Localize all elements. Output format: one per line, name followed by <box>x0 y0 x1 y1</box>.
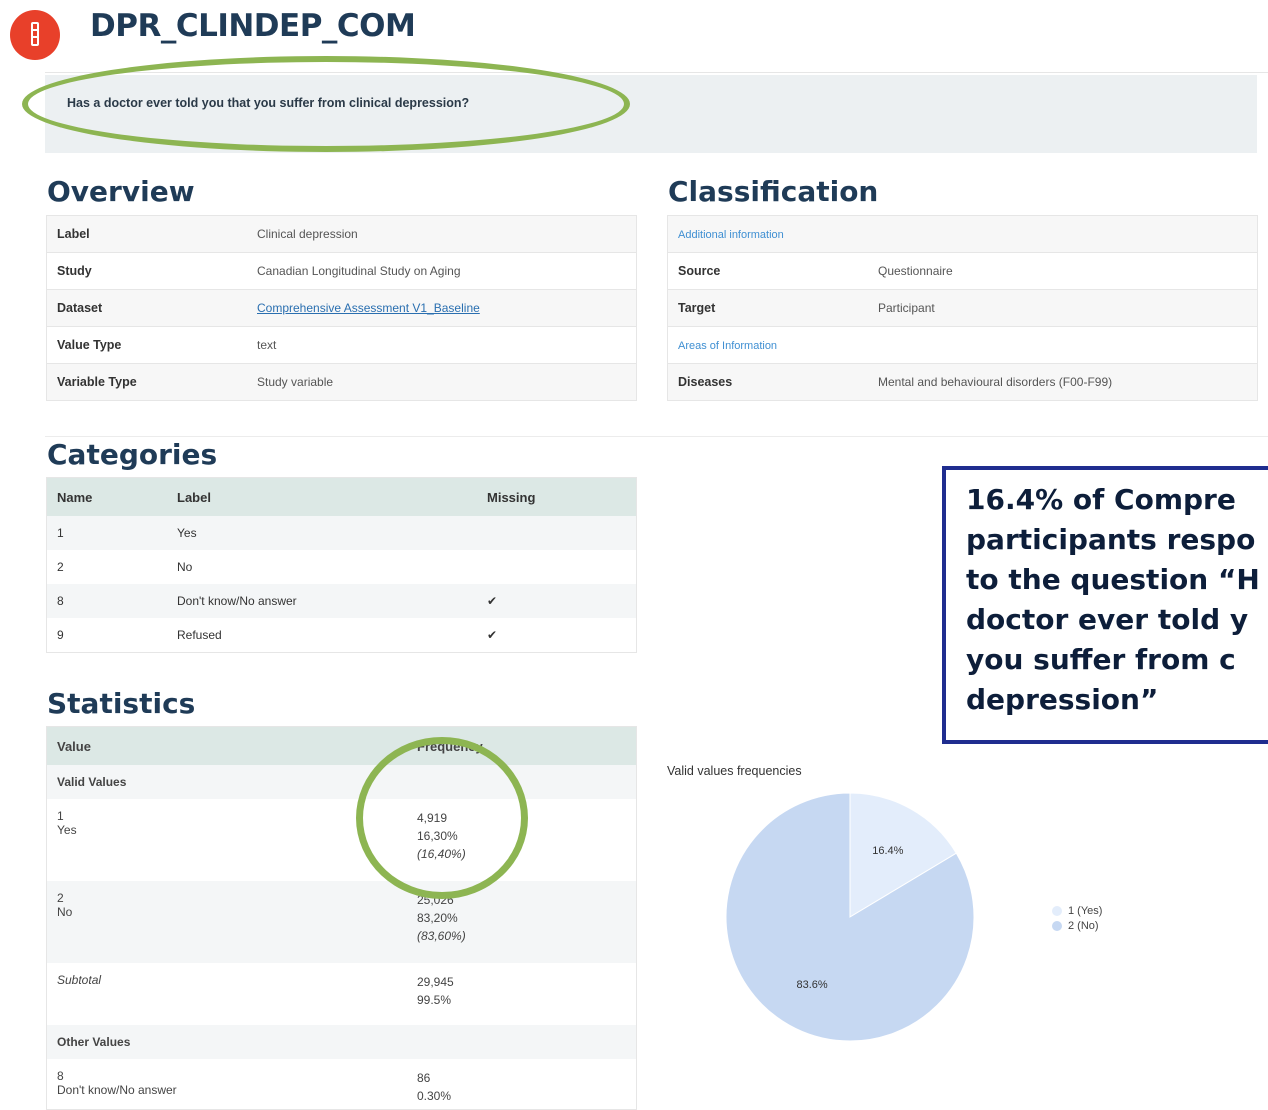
stat-label: Don't know/No answer <box>57 1083 177 1097</box>
stat-label: No <box>57 905 73 919</box>
table-row: Subtotal 29,945 99.5% <box>47 963 637 1025</box>
overview-row: Study Canadian Longitudinal Study on Agi… <box>46 252 637 290</box>
category-label: No <box>177 560 193 574</box>
legend-label: 1 (Yes) <box>1068 905 1103 917</box>
overview-row: Variable Type Study variable <box>46 363 637 401</box>
statistics-table: Value Frequency Valid Values 1 Yes 4,919… <box>46 726 637 1110</box>
stat-valid-percent: (83,60%) <box>417 929 466 943</box>
highlight-circle <box>356 737 528 899</box>
diseases-value: Mental and behavioural disorders (F00-F9… <box>868 363 1258 401</box>
table-row: 1 Yes 4,919 16,30% (16,40%) <box>47 799 637 881</box>
category-missing <box>477 516 637 550</box>
section-divider <box>45 436 1268 437</box>
stat-percent: 0.30% <box>417 1089 452 1103</box>
classification-heading: Classification <box>668 175 879 208</box>
column-header-missing: Missing <box>477 477 637 516</box>
legend-swatch <box>1052 921 1062 932</box>
overview-table: Label Clinical depression Study Canadian… <box>46 215 637 401</box>
overview-value: text <box>247 326 637 364</box>
statistics-heading: Statistics <box>47 687 196 720</box>
overview-row: Value Type text <box>46 326 637 364</box>
legend-swatch <box>1052 906 1062 917</box>
classification-table: Additional information Source Questionna… <box>667 215 1258 401</box>
dataset-link[interactable]: Comprehensive Assessment V1_Baseline <box>257 301 480 315</box>
category-name: 9 <box>57 628 64 642</box>
stat-count: 86 <box>417 1071 431 1085</box>
overview-key: Dataset <box>46 289 247 327</box>
other-values-label: Other Values <box>46 1025 637 1059</box>
table-row: 1 Yes <box>46 516 637 550</box>
categories-heading: Categories <box>47 438 218 471</box>
categories-table: Name Label Missing 1 Yes 2 No 8 Don't kn… <box>46 477 637 653</box>
subtotal-percent: 99.5% <box>417 993 452 1007</box>
table-row: 8 Don't know/No answer 86 0.30% <box>47 1059 637 1110</box>
category-name: 8 <box>46 584 167 618</box>
legend-item[interactable]: 1 (Yes) <box>1052 905 1102 917</box>
overview-heading: Overview <box>47 175 195 208</box>
target-value: Participant <box>868 289 1258 327</box>
column-header-value: Value <box>46 726 407 765</box>
overview-key: Value Type <box>46 326 247 364</box>
variable-title: DPR_CLINDEP_COM <box>90 8 416 44</box>
legend-item[interactable]: 2 (No) <box>1052 920 1102 932</box>
overview-row: Label Clinical depression <box>46 215 637 253</box>
category-name: 2 <box>57 560 64 574</box>
source-key: Source <box>667 252 868 290</box>
highlight-ellipse <box>22 56 630 152</box>
category-label: Refused <box>177 628 222 642</box>
overview-row: Dataset Comprehensive Assessment V1_Base… <box>46 289 637 327</box>
table-row: 2 No <box>47 550 637 584</box>
stat-code: 8 <box>57 1069 64 1083</box>
checkmark-icon: ✔ <box>487 628 498 642</box>
valid-values-label: Valid Values <box>46 765 637 799</box>
source-value: Questionnaire <box>868 252 1258 290</box>
table-row: 9 Refused ✔ <box>47 618 637 653</box>
overview-key: Variable Type <box>46 363 247 401</box>
overview-value: Clinical depression <box>247 215 637 253</box>
pie-chart: 16.4% 83.6% <box>725 792 975 1042</box>
category-label: Yes <box>167 516 477 550</box>
overview-key: Study <box>46 252 247 290</box>
column-header-label: Label <box>167 477 477 516</box>
overview-value: Canadian Longitudinal Study on Aging <box>247 252 637 290</box>
target-key: Target <box>667 289 868 327</box>
areas-of-information-link[interactable]: Areas of Information <box>678 340 777 352</box>
subtotal-label: Subtotal <box>57 973 102 987</box>
overview-key: Label <box>46 215 247 253</box>
app-logo-icon <box>10 10 60 60</box>
chart-title: Valid values frequencies <box>667 764 802 778</box>
category-name: 1 <box>46 516 167 550</box>
stat-label: Yes <box>57 823 77 837</box>
category-missing <box>477 550 637 584</box>
table-row: 2 No 25,026 83,20% (83,60%) <box>46 881 637 963</box>
pie-slice-label: 83.6% <box>797 979 828 991</box>
subtotal-count: 29,945 <box>417 975 454 989</box>
callout-box: 16.4% of Compre participants respo to th… <box>942 466 1268 744</box>
pie-slice-label: 16.4% <box>872 845 903 857</box>
diseases-key: Diseases <box>667 363 868 401</box>
table-row: 8 Don't know/No answer ✔ <box>46 584 637 618</box>
stat-code: 2 <box>57 891 64 905</box>
overview-value: Study variable <box>247 363 637 401</box>
legend-label: 2 (No) <box>1068 920 1099 932</box>
additional-information-link[interactable]: Additional information <box>678 229 784 241</box>
column-header-name: Name <box>46 477 167 516</box>
stat-code: 1 <box>57 809 64 823</box>
stat-percent: 83,20% <box>417 911 458 925</box>
chart-legend: 1 (Yes) 2 (No) <box>1052 905 1102 932</box>
category-label: Don't know/No answer <box>167 584 477 618</box>
checkmark-icon: ✔ <box>477 584 637 618</box>
